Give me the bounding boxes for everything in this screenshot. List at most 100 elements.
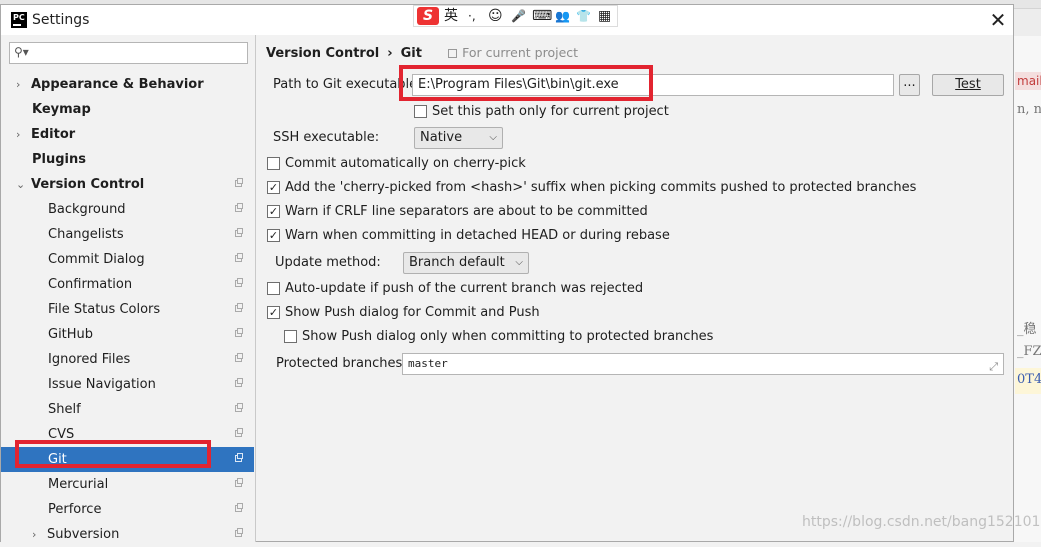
highlight-box-git-path (399, 65, 653, 101)
git-settings-panel: Version Control › Git For current project … (256, 35, 1013, 542)
test-button-label: Test (955, 77, 981, 92)
sidebar-item-background[interactable]: Background (1, 197, 254, 222)
sidebar-item-file-status-colors[interactable]: File Status Colors (1, 297, 254, 322)
close-button[interactable]: ✕ (985, 8, 1011, 32)
sidebar-item-commit-dialog[interactable]: Commit Dialog (1, 247, 254, 272)
checkbox-box[interactable] (284, 330, 297, 343)
background-line: _稳 (1017, 322, 1037, 337)
settings-dialog: PC Settings ✕ S 英 ·, ☺ 🎤 ⌨ 👥 👕 ▦ ⚲▾ › App… (0, 4, 1014, 542)
scope-hint: For current project (448, 45, 578, 60)
project-scope-icon (235, 478, 243, 487)
ime-users-icon[interactable]: 👥 (555, 7, 570, 25)
sidebar-item-editor[interactable]: › Editor (1, 122, 254, 147)
checkbox-box[interactable]: ✓ (267, 205, 280, 218)
project-scope-icon (235, 203, 243, 212)
expand-icon[interactable]: ⤢ (989, 357, 998, 374)
highlight-box-git-item (15, 440, 211, 468)
sidebar-item-label: Changelists (48, 227, 124, 242)
checkbox-label: Warn when committing in detached HEAD or… (285, 228, 670, 243)
checkbox-box[interactable]: ✓ (267, 181, 280, 194)
search-icon: ⚲▾ (14, 45, 29, 59)
checkbox-box[interactable]: ✓ (267, 229, 280, 242)
sidebar-item-label: Confirmation (48, 277, 133, 292)
checkbox-box[interactable] (267, 157, 280, 170)
ime-tools-icon[interactable]: ▦ (598, 7, 611, 25)
csdn-watermark: https://blog.csdn.net/bang152101 (802, 514, 1041, 530)
project-scope-icon (235, 228, 243, 237)
window-title: Settings (32, 12, 90, 28)
combo-value: Branch default (409, 255, 505, 270)
sidebar-item-perforce[interactable]: Perforce (1, 497, 254, 522)
sidebar-item-issue-navigation[interactable]: Issue Navigation (1, 372, 254, 397)
test-button[interactable]: Test (932, 74, 1004, 96)
sidebar-item-label: GitHub (48, 327, 94, 342)
chevron-right-icon[interactable]: › (16, 122, 20, 147)
project-scope-icon (235, 403, 243, 412)
sidebar-item-label: Mercurial (48, 477, 109, 492)
sidebar-item-label: Perforce (48, 502, 102, 517)
background-line: 0T4 (1017, 372, 1041, 387)
sidebar-item-label: Issue Navigation (48, 377, 156, 392)
chevron-down-icon: ⌵ (489, 132, 497, 143)
ime-skin-icon[interactable]: 👕 (576, 7, 591, 25)
sidebar-item-ignored-files[interactable]: Ignored Files (1, 347, 254, 372)
sidebar-item-confirmation[interactable]: Confirmation (1, 272, 254, 297)
breadcrumb: Version Control › Git For current project (266, 45, 578, 61)
ime-language-toggle[interactable]: 英 (444, 7, 458, 25)
chevron-down-icon[interactable]: ⌄ (16, 172, 25, 197)
sidebar-item-label: Commit Dialog (48, 252, 145, 267)
background-line: _FZ_ (1017, 344, 1041, 359)
settings-search[interactable]: ⚲▾ (9, 42, 248, 64)
checkbox-label: Auto-update if push of the current branc… (285, 281, 644, 296)
sidebar-item-label: Keymap (32, 102, 91, 117)
sidebar-item-label: Plugins (32, 152, 86, 167)
browse-button[interactable]: ... (899, 74, 920, 96)
sidebar-item-plugins[interactable]: Plugins (1, 147, 254, 172)
update-method-label: Update method: (275, 255, 381, 270)
sidebar-item-label: File Status Colors (48, 302, 161, 317)
project-scope-icon (448, 49, 458, 58)
sidebar-item-appearance-behavior[interactable]: › Appearance & Behavior (1, 72, 254, 97)
checkbox-box[interactable]: ✓ (267, 306, 280, 319)
sidebar-item-github[interactable]: GitHub (1, 322, 254, 347)
project-scope-icon (235, 178, 243, 187)
ime-keyboard-icon[interactable]: ⌨ (532, 7, 552, 25)
ssh-executable-combo[interactable]: Native ⌵ (414, 127, 503, 149)
combo-value: Native (420, 130, 463, 145)
checkbox-box[interactable] (414, 105, 427, 118)
checkbox-label: Commit automatically on cherry-pick (285, 156, 526, 171)
ime-punctuation-icon[interactable]: ·, (468, 7, 476, 25)
checkbox-box[interactable] (267, 282, 280, 295)
project-scope-icon (235, 253, 243, 262)
sidebar-item-label: Editor (31, 127, 76, 142)
pycharm-logo-icon: PC (11, 12, 27, 28)
search-input[interactable] (34, 45, 243, 63)
protected-branches-label: Protected branches: (276, 356, 407, 371)
protected-branches-field[interactable]: master ⤢ (402, 353, 1004, 375)
sidebar-item-version-control[interactable]: ⌄ Version Control (1, 172, 254, 197)
background-editor-edge: mail n, na _稳 _FZ_ 0T4 (1010, 36, 1041, 542)
sidebar-item-keymap[interactable]: Keymap (1, 97, 254, 122)
project-scope-icon (235, 328, 243, 337)
project-scope-icon (235, 278, 243, 287)
project-scope-icon (235, 503, 243, 512)
project-scope-icon (235, 378, 243, 387)
sidebar-item-mercurial[interactable]: Mercurial (1, 472, 254, 497)
sidebar-item-subversion[interactable]: › Subversion (1, 522, 254, 547)
chevron-right-icon[interactable]: › (16, 72, 20, 97)
scope-text: For current project (462, 45, 579, 60)
sidebar-item-shelf[interactable]: Shelf (1, 397, 254, 422)
project-scope-icon (235, 528, 243, 537)
chevron-right-icon[interactable]: › (32, 522, 36, 547)
ime-emoji-icon[interactable]: ☺ (488, 7, 503, 25)
update-method-combo[interactable]: Branch default ⌵ (403, 252, 529, 274)
breadcrumb-parent[interactable]: Version Control (266, 46, 379, 61)
sidebar-item-label: Version Control (31, 177, 145, 192)
sidebar-item-changelists[interactable]: Changelists (1, 222, 254, 247)
project-scope-icon (235, 303, 243, 312)
ime-toolbar[interactable]: S 英 ·, ☺ 🎤 ⌨ 👥 👕 ▦ (413, 5, 618, 27)
ime-voice-icon[interactable]: 🎤 (511, 7, 526, 25)
chevron-down-icon: ⌵ (515, 257, 523, 268)
sidebar-item-label: Ignored Files (48, 352, 131, 367)
checkbox-label: Show Push dialog only when committing to… (302, 329, 714, 344)
